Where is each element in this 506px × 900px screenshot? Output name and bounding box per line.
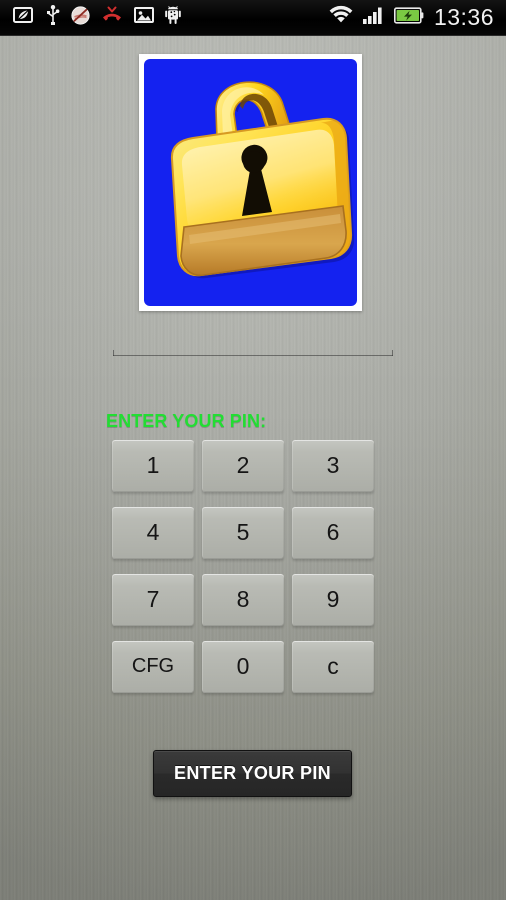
power-saver-leaf-icon [13, 6, 35, 29]
key-cfg[interactable]: CFG [112, 641, 194, 693]
battery-charging-icon [393, 6, 424, 29]
key-0[interactable]: 0 [202, 641, 284, 693]
key-1[interactable]: 1 [112, 440, 194, 492]
pin-input-field[interactable] [115, 339, 391, 355]
edittext-underline [113, 355, 393, 356]
cellular-signal-icon [362, 6, 386, 30]
status-bar-clock: 13:36 [433, 4, 494, 30]
wifi-icon [328, 5, 354, 30]
pin-edittext[interactable] [113, 338, 393, 356]
key-6[interactable]: 6 [292, 507, 374, 559]
status-bar: 13:36 [0, 0, 506, 36]
pin-label: ENTER YOUR PIN: [106, 411, 267, 431]
key-4[interactable]: 4 [112, 507, 194, 559]
key-5[interactable]: 5 [202, 507, 284, 559]
key-3[interactable]: 3 [292, 440, 374, 492]
key-2[interactable]: 2 [202, 440, 284, 492]
android-system-icon [165, 5, 181, 30]
key-8[interactable]: 8 [202, 574, 284, 626]
padlock-image [144, 59, 357, 306]
status-bar-right-icons: 13:36 [328, 5, 506, 30]
app-screen: 13:36 ENTER YOUR PIN: 1 2 3 4 5 6 7 8 9 … [0, 0, 506, 900]
pin-keypad: 1 2 3 4 5 6 7 8 9 CFG 0 c [112, 440, 392, 693]
screenshot-image-icon [134, 6, 154, 29]
key-clear[interactable]: c [292, 641, 374, 693]
padlock-image-frame [139, 54, 362, 311]
key-7[interactable]: 7 [112, 574, 194, 626]
status-bar-left-icons [0, 5, 181, 30]
silent-mode-icon [71, 5, 90, 30]
usb-icon [46, 5, 60, 30]
missed-call-icon [101, 6, 123, 30]
enter-pin-button[interactable]: ENTER YOUR PIN [153, 750, 352, 797]
key-9[interactable]: 9 [292, 574, 374, 626]
